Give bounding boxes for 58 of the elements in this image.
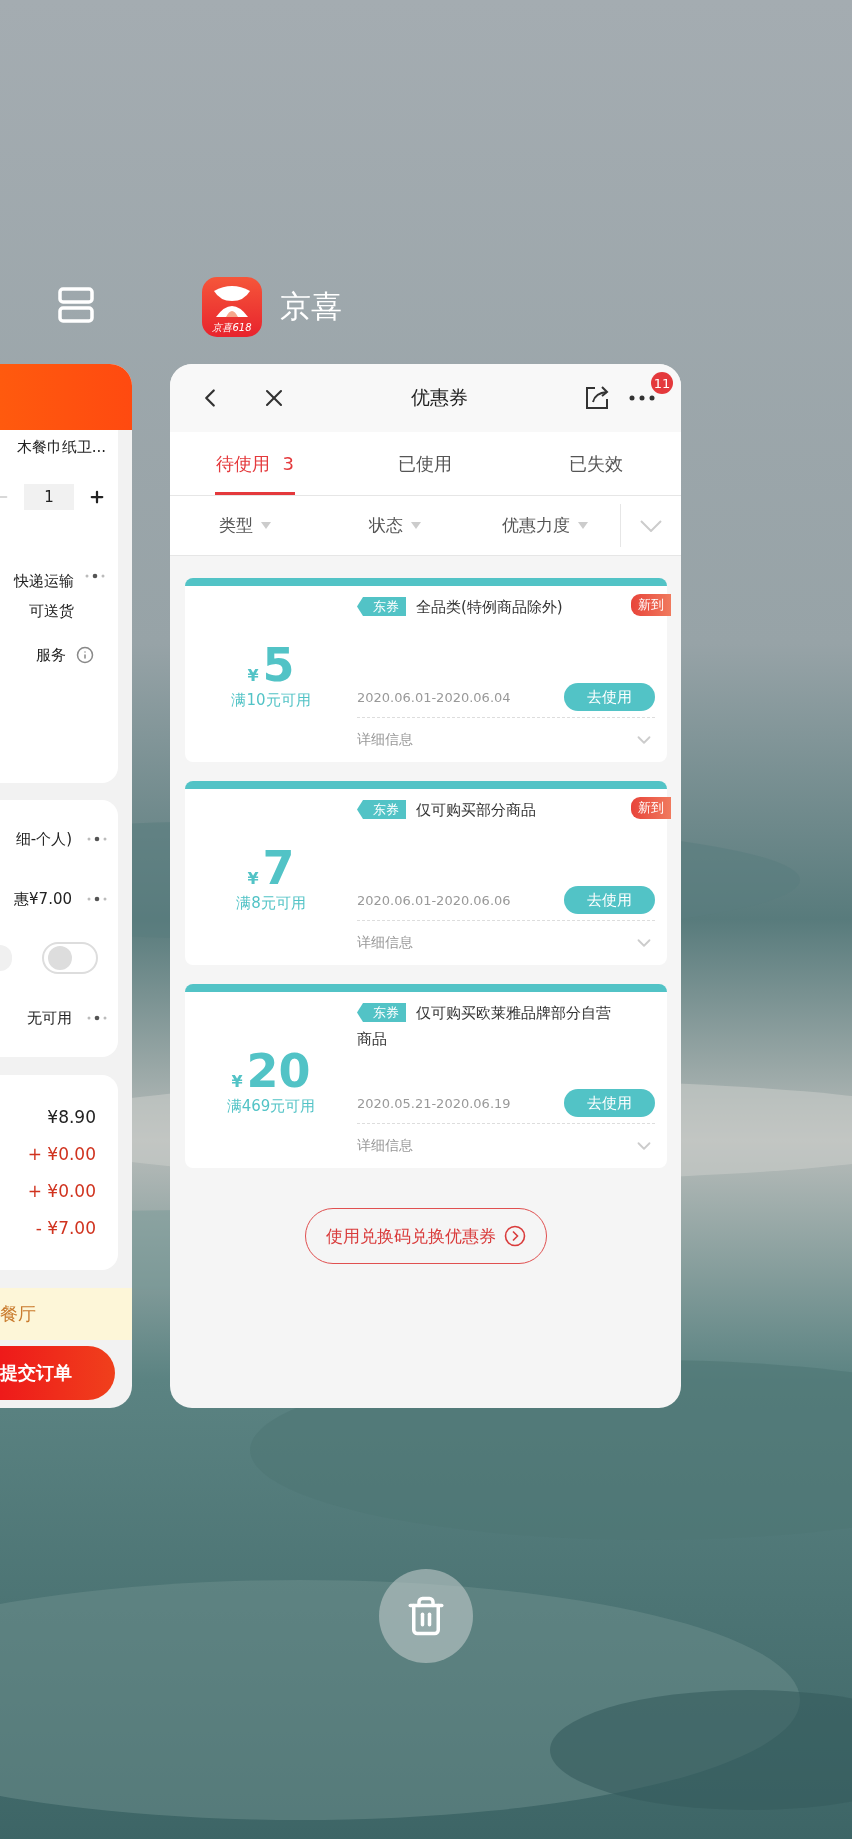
- coupon-condition: 满10元可用: [231, 690, 311, 710]
- option-value: 细-个人): [15, 829, 72, 851]
- coupon-condition: 满8元可用: [236, 893, 306, 913]
- coupon-title: 东券 仅可购买欧莱雅品牌部分自营商品: [357, 1002, 612, 1050]
- plus-icon[interactable]: [88, 488, 106, 506]
- new-badge: 新到: [631, 594, 671, 616]
- details-toggle[interactable]: 详细信息: [357, 921, 655, 965]
- more-dots-icon: [86, 895, 108, 902]
- app-icon[interactable]: 京喜618: [202, 277, 262, 337]
- price-value: + ¥0.00: [27, 1179, 96, 1203]
- coupon-amount: 5: [262, 638, 295, 691]
- currency-symbol: ¥: [247, 868, 259, 888]
- delivery-text: 可送货: [29, 601, 74, 622]
- icon-label: 京喜618: [212, 323, 252, 333]
- dropdown-triangle-icon: [411, 522, 421, 529]
- dropdown-triangle-icon: [578, 522, 588, 529]
- notification-badge: 11: [651, 372, 673, 394]
- delivery-text: 快递运输: [14, 571, 74, 592]
- product-name: 木餐巾纸卫...: [16, 437, 106, 458]
- price-value: ¥8.90: [47, 1105, 96, 1129]
- more-dots-icon: [86, 836, 108, 843]
- option-value: 惠¥7.00: [14, 888, 72, 910]
- more-dots-icon: [84, 573, 106, 579]
- coupon-condition: 满469元可用: [226, 1096, 316, 1116]
- details-toggle[interactable]: 详细信息: [357, 718, 655, 762]
- validity-dates: 2020.05.21-2020.06.19: [357, 1095, 511, 1111]
- tab[interactable]: 已失效: [510, 432, 681, 495]
- currency-symbol: ¥: [231, 1071, 243, 1091]
- price-value: + ¥0.00: [27, 1142, 96, 1166]
- info-icon[interactable]: [76, 646, 94, 664]
- app-name: 京喜: [280, 287, 342, 326]
- share-icon: [583, 384, 611, 412]
- chevron-circle-icon: [504, 1225, 526, 1247]
- new-badge: 新到: [631, 797, 671, 819]
- option-value: 无可用: [27, 1007, 72, 1029]
- more-icon: [629, 395, 655, 401]
- filter-dropdown[interactable]: 类型: [170, 496, 320, 555]
- validity-dates: 2020.06.01-2020.06.04: [357, 689, 511, 705]
- filter-dropdown[interactable]: 优惠力度: [470, 496, 620, 555]
- tab[interactable]: 待使用 3: [170, 432, 341, 495]
- page-title: 优惠券: [410, 385, 469, 410]
- service-label: 服务: [36, 645, 66, 666]
- submit-order-button[interactable]: 提交订单: [0, 1346, 115, 1400]
- quantity-field[interactable]: 1: [24, 484, 74, 510]
- notice-text: 餐厅: [0, 1302, 36, 1326]
- currency-symbol: ¥: [247, 665, 259, 685]
- coupon-amount: 7: [262, 841, 295, 894]
- more-dots-icon: [86, 1014, 108, 1021]
- filter-dropdown[interactable]: 状态: [320, 496, 470, 555]
- toggle-switch[interactable]: [41, 942, 98, 975]
- validity-dates: 2020.06.01-2020.06.06: [357, 892, 511, 908]
- coupon-amount: 20: [246, 1044, 311, 1097]
- price-value: - ¥7.00: [35, 1216, 96, 1240]
- dropdown-triangle-icon: [261, 522, 271, 529]
- details-toggle[interactable]: 详细信息: [357, 1124, 655, 1168]
- tab[interactable]: 已使用: [340, 432, 511, 495]
- chevron-down-icon: [640, 519, 662, 532]
- app-window[interactable]: 木餐巾纸卫... 1 快递运输 可送货 服务 细-个人) 惠¥7.00 无可用 ¥8.90 + ¥0.00 + ¥0.00 - ¥7.00 餐厅 提交订单: [0, 364, 132, 1408]
